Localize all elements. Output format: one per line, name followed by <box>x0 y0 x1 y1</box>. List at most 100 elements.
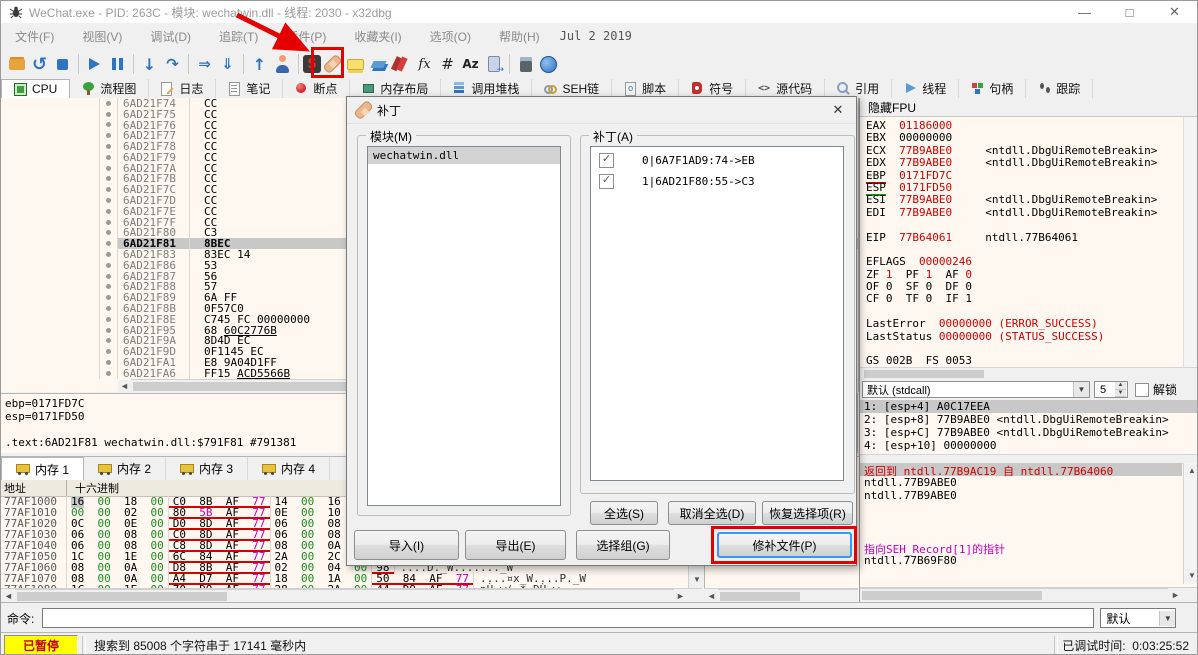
patch-file-button[interactable]: 修补文件(P) <box>717 532 852 558</box>
breakpoint-dot-icon[interactable] <box>99 98 118 109</box>
tab-cpu[interactable]: CPU <box>1 79 71 98</box>
breakpoint-dot-icon[interactable] <box>99 141 118 152</box>
tab-trace[interactable]: 跟踪 <box>1026 79 1094 98</box>
tab-threads[interactable]: 线程 <box>892 79 960 98</box>
breakpoint-dot-icon[interactable] <box>99 367 118 379</box>
comment-icon[interactable] <box>344 52 367 76</box>
scroll-down-icon[interactable]: ▼ <box>1185 569 1197 582</box>
module-list-item[interactable]: wechatwin.dll <box>368 147 560 164</box>
patch-list-item[interactable]: ✓ 0|6A7F1AD9:74->EB <box>591 152 843 169</box>
patch-dialog-titlebar[interactable]: 补丁 ✕ <box>347 97 856 124</box>
bookmark-icon[interactable] <box>390 52 413 76</box>
menu-item-1[interactable]: 视图(V) <box>68 24 136 49</box>
stepper-arrows-icon[interactable]: ▲ ▼ <box>1115 382 1126 397</box>
patch-list[interactable]: ✓ 0|6A7F1AD9:74->EB ✓ 1|6AD21F80:55->C3 <box>590 146 844 481</box>
menu-item-3[interactable]: 追踪(T) <box>205 24 272 49</box>
breakpoint-dot-icon[interactable] <box>99 324 118 336</box>
step-over-icon[interactable] <box>161 52 184 76</box>
checkbox-icon[interactable]: ✓ <box>599 174 614 189</box>
pause-icon[interactable] <box>106 52 129 76</box>
tab-notes[interactable]: 笔记 <box>216 79 284 98</box>
convention-dropdown[interactable]: 默认 (stdcall) ▼ <box>862 381 1090 398</box>
breakpoint-dot-icon[interactable] <box>99 205 118 217</box>
memory-tab-1[interactable]: 内存 1 <box>1 457 85 480</box>
tab-breakpoint[interactable]: 断点 <box>283 79 351 98</box>
scroll-left-icon[interactable]: ◄ <box>118 380 131 392</box>
patch-list-item[interactable]: ✓ 1|6AD21F80:55->C3 <box>591 173 843 190</box>
breakpoint-dot-icon[interactable] <box>99 281 118 293</box>
breakpoint-dot-icon[interactable] <box>99 357 118 368</box>
restore-selection-button[interactable]: 恢复选择项(R) <box>762 501 853 525</box>
call-icon[interactable] <box>482 52 505 76</box>
breakpoint-dot-icon[interactable] <box>99 335 118 347</box>
execute-till-return-icon[interactable] <box>216 52 239 76</box>
scylla-icon[interactable] <box>303 55 321 73</box>
scroll-right-icon[interactable]: ► <box>1169 589 1182 601</box>
checkbox-icon[interactable] <box>1135 382 1149 397</box>
registers-vscrollbar[interactable] <box>1183 117 1197 367</box>
maximize-button[interactable]: □ <box>1107 1 1152 23</box>
breakpoint-dot-icon[interactable] <box>99 249 118 260</box>
select-all-button[interactable]: 全选(S) <box>590 501 658 525</box>
tab-handles[interactable]: 句柄 <box>959 79 1027 98</box>
label-icon[interactable] <box>367 52 390 76</box>
step-into-icon[interactable] <box>138 52 161 76</box>
menu-item-5[interactable]: 收藏夹(I) <box>340 24 415 49</box>
argument-row[interactable]: 3: [esp+C] 77B9ABE0 <ntdll.DbgUiRemoteBr… <box>860 426 1197 439</box>
memory-hscrollbar[interactable]: ◄ ► <box>1 588 702 603</box>
stop-icon[interactable] <box>51 52 74 76</box>
open-folder-icon[interactable] <box>5 52 28 76</box>
breakpoint-dot-icon[interactable] <box>99 108 118 120</box>
arguments-list[interactable]: 1: [esp+4] A0C17EEA 2: [esp+8] 77B9ABE0 <… <box>860 400 1197 454</box>
run-icon[interactable] <box>83 52 106 76</box>
breakpoint-dot-icon[interactable] <box>99 195 118 206</box>
registers-body[interactable]: EAX 01186000 EBX 00000000 ECX 77B9ABE0 <nt… <box>860 117 1182 367</box>
breakpoint-dot-icon[interactable] <box>99 227 118 239</box>
breakpoint-dot-icon[interactable] <box>99 216 118 228</box>
minimize-button[interactable]: — <box>1062 1 1107 23</box>
pick-groups-button[interactable]: 选择组(G) <box>576 530 670 560</box>
breakpoint-dot-icon[interactable] <box>99 238 118 250</box>
breakpoint-dot-icon[interactable] <box>99 303 118 314</box>
module-list[interactable]: wechatwin.dll <box>367 146 561 506</box>
menu-item-2[interactable]: 调试(D) <box>136 24 205 49</box>
strings-icon[interactable] <box>459 52 482 76</box>
breakpoint-dot-icon[interactable] <box>99 346 118 358</box>
dialog-close-icon[interactable]: ✕ <box>828 101 848 119</box>
restart-icon[interactable] <box>28 52 51 76</box>
step-out-icon[interactable] <box>248 52 271 76</box>
menu-item-0[interactable]: 文件(F) <box>1 24 68 49</box>
breakpoint-dot-icon[interactable] <box>99 130 118 142</box>
breakpoint-dot-icon[interactable] <box>99 162 118 174</box>
memory-tab-2[interactable]: 内存 2 <box>84 457 167 480</box>
fx-icon[interactable] <box>413 52 436 76</box>
command-profile-dropdown[interactable]: 默认 ▼ <box>1100 608 1177 628</box>
argument-row[interactable]: 4: [esp+10] 00000000 <box>860 439 1197 452</box>
attach-icon[interactable] <box>271 52 294 76</box>
return-info-panel[interactable]: 返回到 ntdll.77B9AC19 自 ntdll.77B64060 ntdll… <box>860 463 1182 584</box>
menu-item-7[interactable]: 帮助(H) <box>485 24 554 49</box>
stack-hscrollbar[interactable]: ◄ <box>704 588 858 603</box>
hide-fpu-button[interactable]: 隐藏FPU <box>868 99 916 116</box>
breakpoint-dot-icon[interactable] <box>99 292 118 304</box>
argument-row[interactable]: 2: [esp+8] 77B9ABE0 <ntdll.DbgUiRemoteBr… <box>860 413 1197 426</box>
menu-item-4[interactable]: 插件(P) <box>272 24 340 49</box>
breakpoint-dot-icon[interactable] <box>99 270 118 282</box>
tab-graph[interactable]: 流程图 <box>70 79 150 98</box>
checkbox-icon[interactable]: ✓ <box>599 153 614 168</box>
deselect-all-button[interactable]: 取消全选(D) <box>668 501 756 525</box>
argument-row[interactable]: 1: [esp+4] A0C17EEA <box>860 400 1197 413</box>
patch-icon[interactable] <box>321 52 344 76</box>
scroll-left-icon[interactable]: ◄ <box>705 590 718 602</box>
breakpoint-dot-icon[interactable] <box>99 119 118 131</box>
arg-depth-stepper[interactable]: 5 ▲ ▼ <box>1094 381 1128 398</box>
run-to-user-icon[interactable] <box>193 52 216 76</box>
breakpoint-dot-icon[interactable] <box>99 173 118 185</box>
memory-tab-3[interactable]: 内存 3 <box>166 457 249 480</box>
close-button[interactable]: ✕ <box>1152 1 1197 23</box>
memory-tab-4[interactable]: 内存 4 <box>248 457 331 480</box>
hash-icon[interactable] <box>436 52 459 76</box>
calculator-icon[interactable] <box>514 52 537 76</box>
breakpoint-dot-icon[interactable] <box>99 151 118 163</box>
breakpoint-dot-icon[interactable] <box>99 313 118 325</box>
